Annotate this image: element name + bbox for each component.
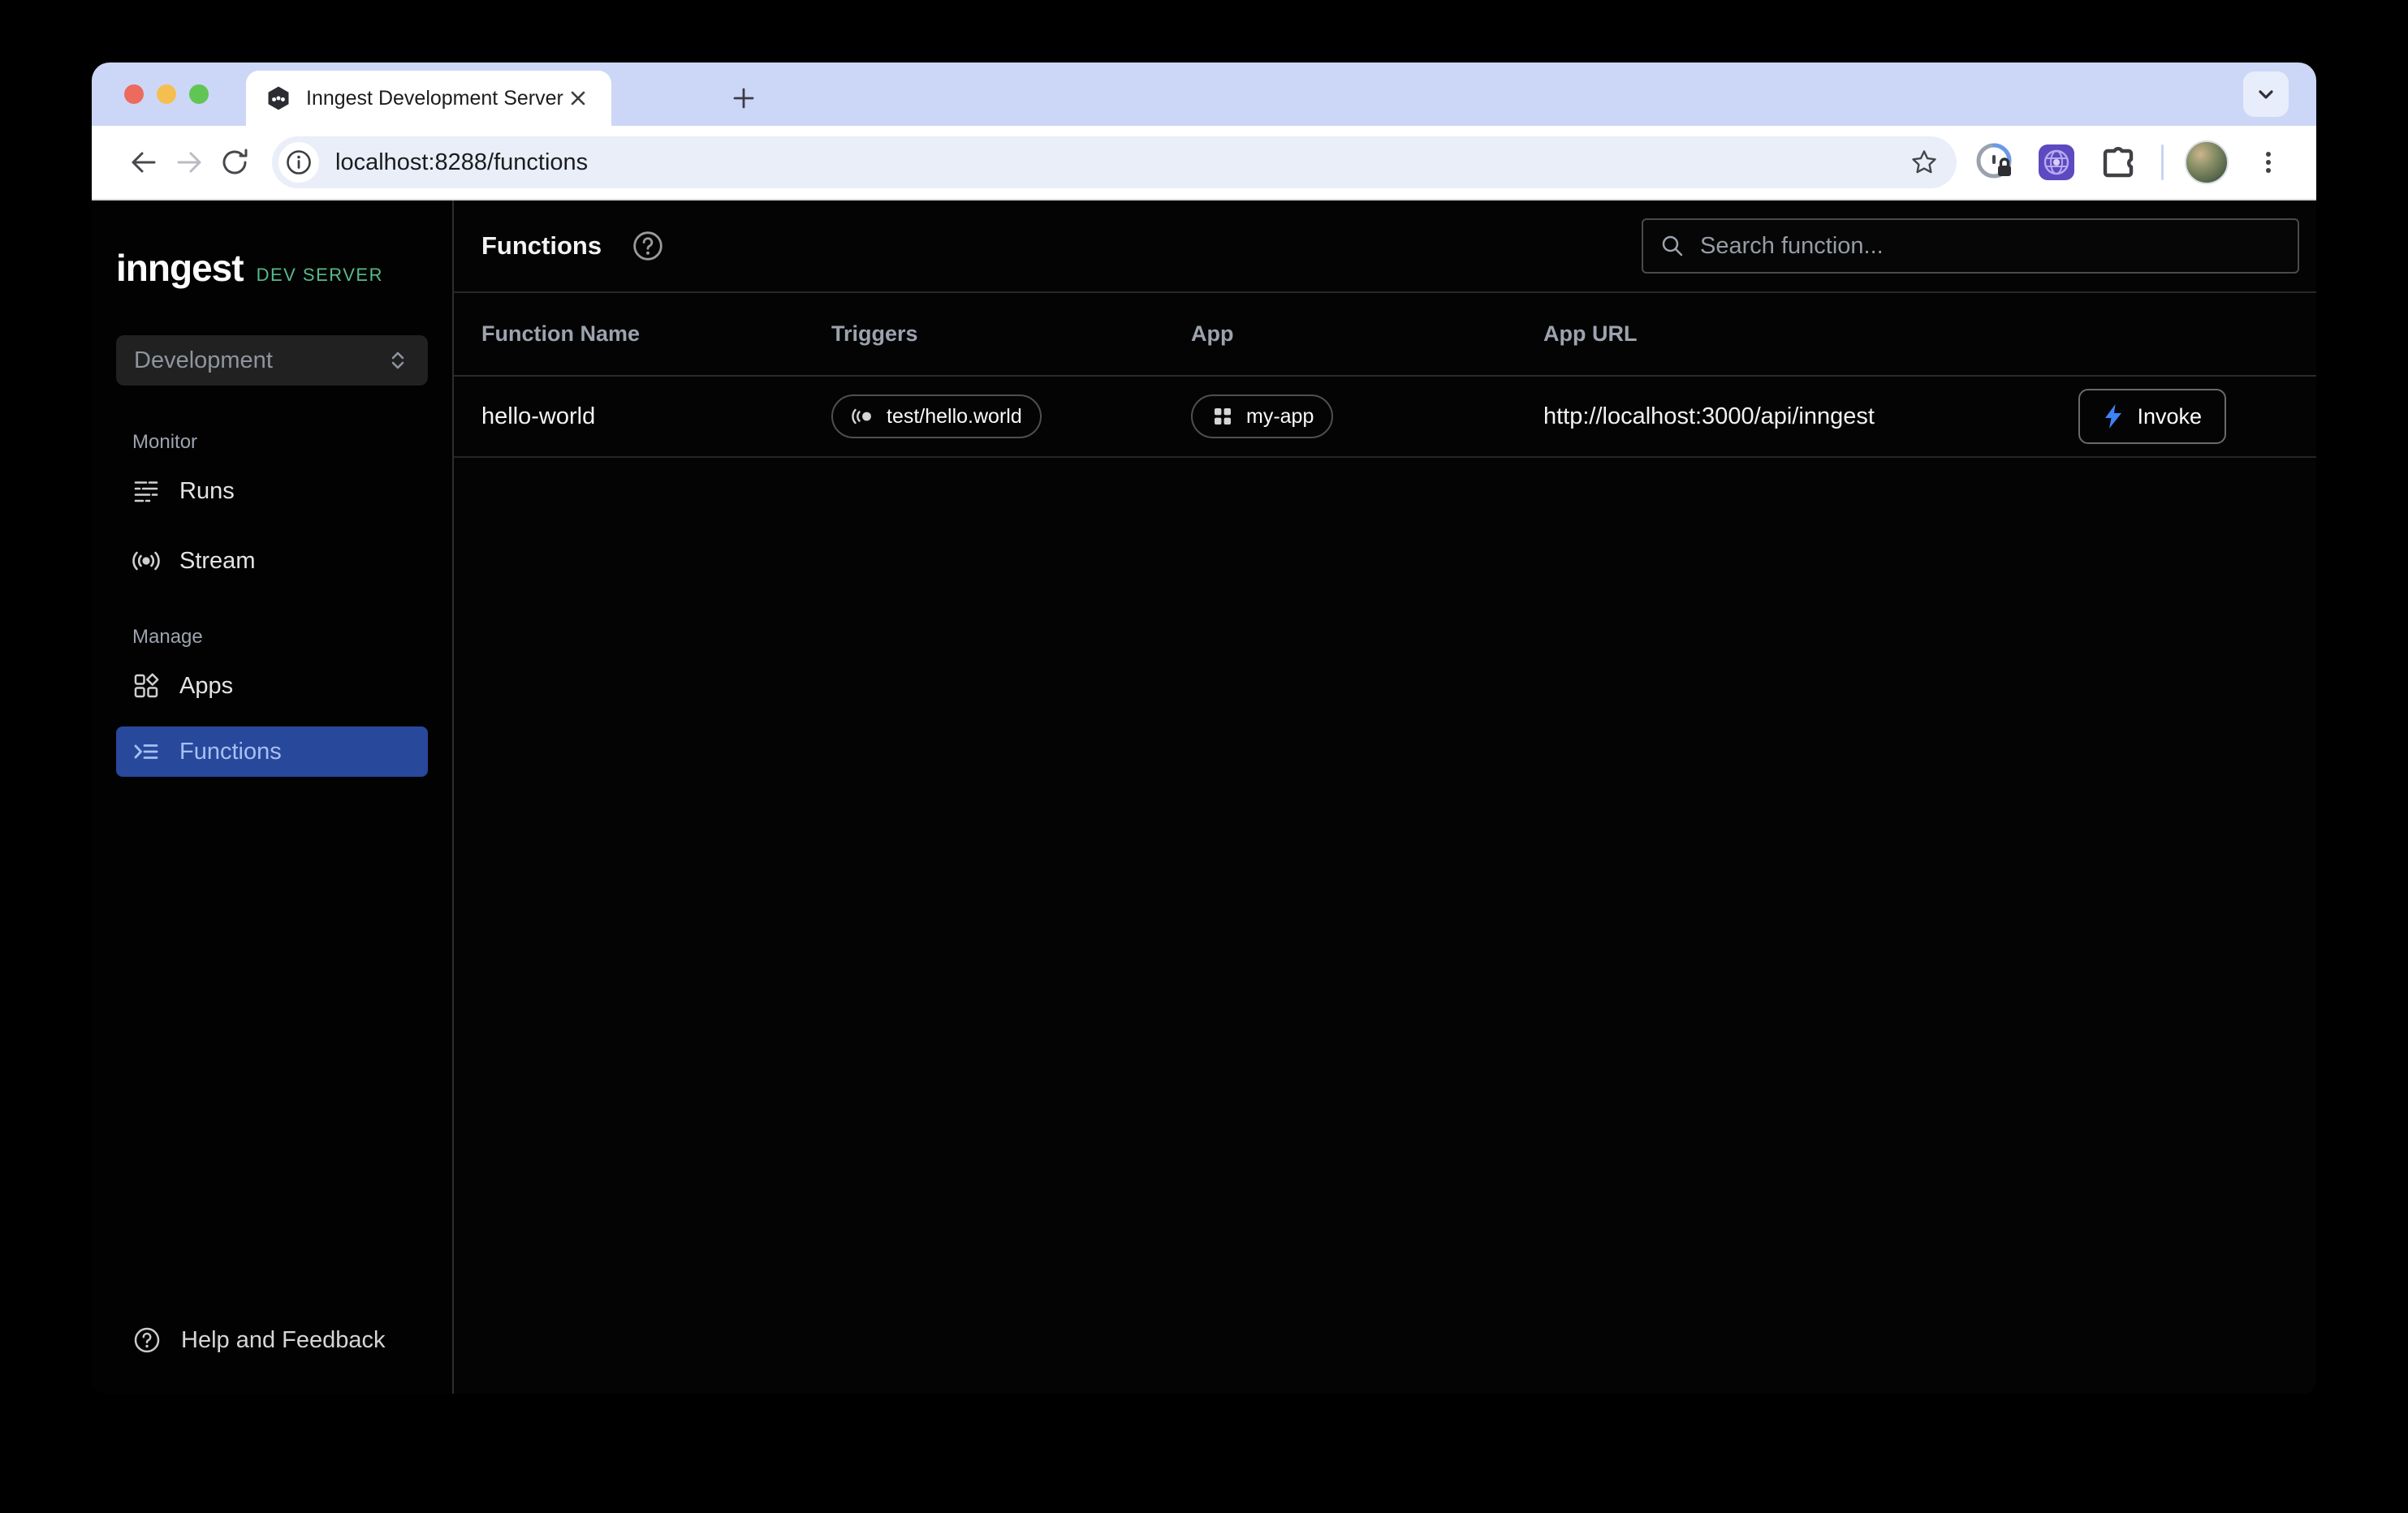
reload-icon	[218, 146, 251, 179]
function-name-cell: hello-world	[481, 403, 831, 430]
puzzle-icon	[2098, 142, 2138, 183]
question-circle-icon	[132, 1325, 162, 1355]
kebab-menu-icon	[2254, 148, 2283, 177]
runs-icon	[132, 477, 160, 505]
forward-button[interactable]	[166, 140, 212, 185]
url-text: localhost:8288/functions	[335, 149, 1910, 176]
column-app: App	[1191, 321, 1543, 347]
inngest-app: inngest DEV SERVER Development Monitor	[92, 200, 2316, 1394]
functions-icon	[132, 738, 160, 765]
page-title: Functions	[481, 231, 602, 261]
dev-server-badge: DEV SERVER	[257, 265, 383, 286]
page-header: Functions	[454, 200, 2316, 293]
search-box	[1642, 218, 2299, 274]
table-header: Function Name Triggers App App URL	[454, 293, 2316, 377]
sidebar: inngest DEV SERVER Development Monitor	[92, 200, 454, 1394]
sidebar-item-runs[interactable]: Runs	[92, 459, 452, 524]
column-app-url: App URL	[1543, 321, 2316, 347]
window-controls	[124, 84, 209, 104]
invoke-label: Invoke	[2137, 404, 2202, 429]
purple-extension-button[interactable]	[2031, 137, 2082, 188]
sidebar-item-stream[interactable]: Stream	[92, 528, 452, 593]
event-waves-icon	[851, 404, 875, 429]
zoom-window-button[interactable]	[189, 84, 209, 104]
close-window-button[interactable]	[124, 84, 144, 104]
globe-extension-icon	[2036, 142, 2077, 183]
sidebar-item-label: Runs	[179, 478, 235, 505]
browser-menu-button[interactable]	[2243, 137, 2294, 188]
site-info-button[interactable]	[278, 142, 319, 183]
tab-search-button[interactable]	[2243, 71, 2289, 117]
chevron-updown-icon	[386, 348, 410, 373]
invoke-button[interactable]: Invoke	[2078, 389, 2226, 444]
back-button[interactable]	[121, 140, 166, 185]
search-icon	[1659, 233, 1685, 259]
trigger-label: test/hello.world	[887, 405, 1022, 429]
grid-icon	[1210, 404, 1235, 429]
inngest-logo: inngest	[116, 246, 244, 290]
table-row[interactable]: hello-world test/hello.world	[454, 377, 2316, 458]
inngest-favicon-icon	[265, 85, 291, 111]
search-input[interactable]	[1700, 233, 2281, 260]
extensions-button[interactable]	[2093, 137, 2143, 188]
toolbar-divider	[2161, 144, 2164, 180]
address-bar[interactable]: localhost:8288/functions	[272, 136, 1957, 188]
main-content: Functions	[454, 200, 2316, 1394]
chevron-down-icon	[2254, 82, 2278, 106]
star-icon	[1910, 148, 1939, 177]
app-label: my-app	[1246, 405, 1314, 429]
help-and-feedback[interactable]: Help and Feedback	[92, 1325, 452, 1394]
environment-label: Development	[134, 347, 386, 374]
onepassword-extension-button[interactable]	[1970, 137, 2020, 188]
tab-title: Inngest Development Server	[306, 87, 564, 110]
sidebar-item-label: Apps	[179, 673, 233, 700]
forward-arrow-icon	[173, 146, 205, 179]
tab-close-button[interactable]	[564, 84, 592, 112]
sidebar-item-label: Functions	[179, 739, 282, 765]
toolbar-extensions	[1970, 137, 2294, 188]
question-circle-icon	[631, 229, 665, 263]
section-label-monitor: Monitor	[132, 431, 452, 454]
app-url-cell: http://localhost:3000/api/inngest Invoke	[1543, 389, 2316, 444]
onepassword-icon	[1974, 141, 2016, 183]
column-triggers: Triggers	[831, 321, 1191, 347]
page-help-button[interactable]	[631, 229, 665, 263]
avatar-image	[2185, 140, 2229, 184]
plus-icon	[731, 85, 757, 111]
browser-toolbar: localhost:8288/functions	[92, 126, 2316, 200]
browser-window: Inngest Development Server	[92, 63, 2316, 1394]
new-tab-button[interactable]	[721, 75, 766, 121]
sidebar-item-apps[interactable]: Apps	[92, 653, 452, 718]
lightning-bolt-icon	[2103, 403, 2124, 429]
stream-icon	[132, 547, 160, 575]
app-url-text: http://localhost:3000/api/inngest	[1543, 403, 2078, 430]
close-icon	[568, 88, 588, 108]
sidebar-item-label: Stream	[179, 548, 255, 575]
app-badge[interactable]: my-app	[1191, 394, 1333, 438]
minimize-window-button[interactable]	[157, 84, 176, 104]
environment-selector[interactable]: Development	[116, 335, 428, 386]
browser-tab[interactable]: Inngest Development Server	[246, 71, 611, 126]
table-empty-area	[454, 458, 2316, 1394]
reload-button[interactable]	[212, 140, 257, 185]
logo-row: inngest DEV SERVER	[116, 246, 452, 290]
section-label-manage: Manage	[132, 626, 452, 649]
column-function-name: Function Name	[481, 321, 831, 347]
back-arrow-icon	[127, 146, 160, 179]
trigger-badge[interactable]: test/hello.world	[831, 394, 1042, 438]
apps-icon	[132, 672, 160, 700]
bookmark-button[interactable]	[1910, 148, 1939, 177]
sidebar-item-functions[interactable]: Functions	[116, 726, 428, 777]
profile-avatar[interactable]	[2181, 137, 2232, 188]
tab-strip: Inngest Development Server	[92, 63, 2316, 126]
info-icon	[285, 149, 313, 176]
help-label: Help and Feedback	[181, 1327, 386, 1354]
